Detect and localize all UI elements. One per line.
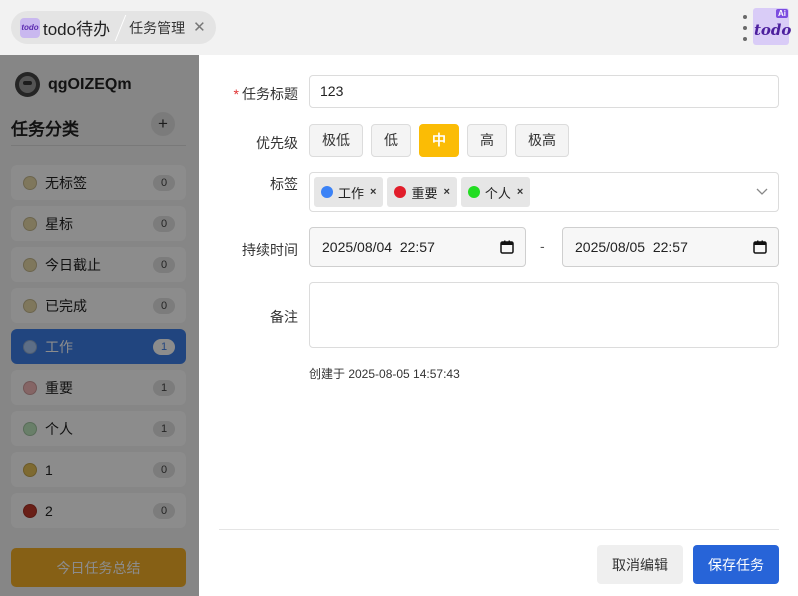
save-task-button[interactable]: 保存任务 bbox=[693, 545, 779, 584]
start-datetime-value: 2025/08/04 22:57 bbox=[322, 239, 435, 255]
end-datetime-value: 2025/08/05 22:57 bbox=[575, 239, 688, 255]
tab-strip: todo todo待办 任务管理 ✕ bbox=[11, 11, 216, 44]
tag-chip: 重要 × bbox=[387, 177, 457, 207]
close-tab-icon[interactable]: ✕ bbox=[193, 20, 206, 35]
tag-label: 重要 bbox=[411, 185, 438, 201]
ai-badge: Ai bbox=[776, 9, 788, 18]
start-datetime-input[interactable]: 2025/08/04 22:57 bbox=[309, 227, 526, 267]
divider bbox=[219, 529, 779, 530]
top-bar: todo todo待办 任务管理 ✕ todo Ai bbox=[0, 0, 798, 55]
app-logo: todo Ai bbox=[753, 8, 792, 45]
priority-option[interactable]: 极高 bbox=[515, 124, 569, 157]
app-logo-text: todo bbox=[754, 21, 792, 39]
tag-chip: 个人 × bbox=[460, 177, 531, 207]
priority-option[interactable]: 极低 bbox=[309, 124, 363, 157]
end-datetime-input[interactable]: 2025/08/05 22:57 bbox=[562, 227, 779, 267]
priority-option[interactable]: 高 bbox=[467, 124, 507, 157]
duration-label: 持续时间 bbox=[242, 242, 298, 258]
remove-tag-icon[interactable]: × bbox=[443, 186, 449, 198]
required-mark: * bbox=[233, 86, 239, 102]
title-label: * 任务标题 bbox=[233, 86, 298, 102]
remove-tag-icon[interactable]: × bbox=[370, 186, 376, 198]
tab-home[interactable]: todo待办 bbox=[43, 15, 110, 40]
selected-tags: 工作 × 重要 × 个人 × bbox=[314, 177, 534, 207]
created-timestamp: 创建于 2025-08-05 14:57:43 bbox=[309, 367, 460, 381]
priority-option[interactable]: 中 bbox=[419, 124, 459, 157]
notes-label: 备注 bbox=[270, 309, 298, 325]
calendar-icon[interactable] bbox=[753, 240, 767, 254]
cancel-edit-button[interactable]: 取消编辑 bbox=[597, 545, 683, 584]
priority-label: 优先级 bbox=[256, 135, 298, 151]
chevron-down-icon[interactable] bbox=[756, 185, 768, 197]
date-separator: - bbox=[540, 238, 545, 254]
tag-color-dot bbox=[467, 186, 480, 198]
tags-label: 标签 bbox=[270, 176, 298, 192]
task-title-input[interactable]: 123 bbox=[309, 75, 779, 108]
todo-logo-icon: todo bbox=[20, 17, 40, 38]
more-menu-icon[interactable] bbox=[742, 15, 748, 41]
tag-label: 工作 bbox=[338, 185, 365, 201]
priority-option[interactable]: 低 bbox=[371, 124, 411, 157]
tag-color-dot bbox=[394, 186, 407, 198]
calendar-icon[interactable] bbox=[500, 240, 514, 254]
tag-color-dot bbox=[321, 186, 333, 198]
priority-selector: 极低低中高极高 bbox=[309, 124, 577, 157]
remove-tag-icon[interactable]: × bbox=[517, 186, 523, 198]
task-editor-panel: * 任务标题 123 优先级 极低低中高极高 标签 工作 × 重要 × 个人 × 持续时间 … bbox=[199, 55, 798, 596]
tag-label: 个人 bbox=[484, 185, 511, 201]
notes-textarea[interactable] bbox=[309, 282, 779, 348]
modal-overlay[interactable] bbox=[0, 55, 199, 596]
tags-select[interactable]: 工作 × 重要 × 个人 × bbox=[309, 172, 779, 212]
tab-separator bbox=[116, 11, 125, 44]
tab-task-management[interactable]: 任务管理 bbox=[129, 18, 185, 38]
tag-chip: 工作 × bbox=[314, 177, 384, 207]
